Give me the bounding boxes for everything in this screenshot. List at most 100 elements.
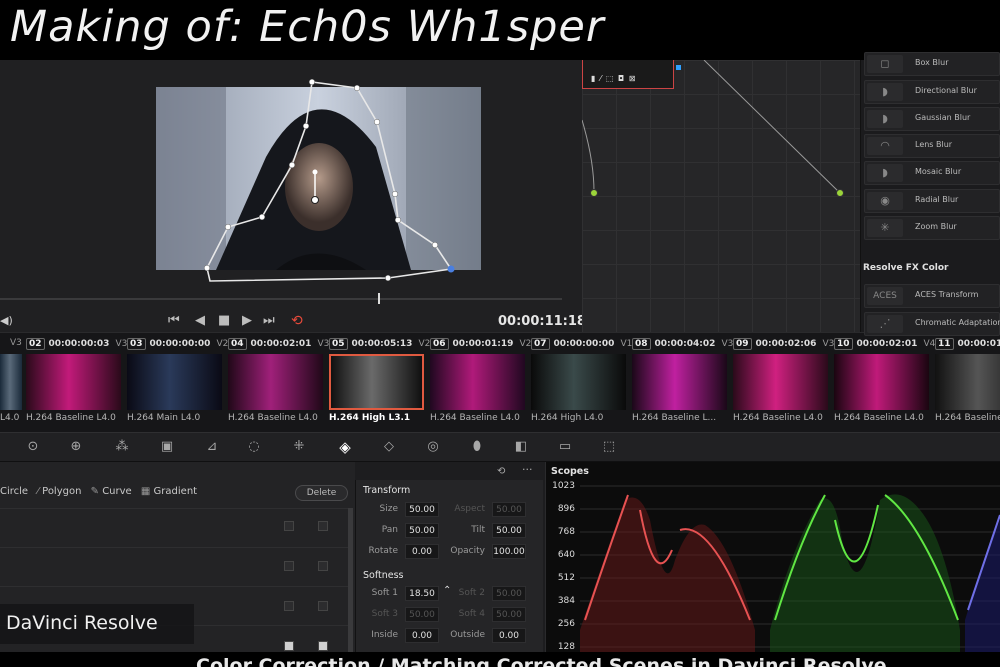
color-warper-icon[interactable]: ◌ <box>245 438 263 456</box>
fx-item-mosaic-blur[interactable]: ◗ Mosaic Blur <box>864 161 1000 185</box>
window-tool-curve[interactable]: Curve <box>102 486 132 497</box>
fx-item-directional-blur[interactable]: ◗ Directional Blur <box>864 80 1000 104</box>
softness-field-soft-2[interactable]: 50.00 <box>492 586 526 601</box>
node-connections <box>582 60 841 194</box>
qualifier-icon[interactable]: ⁜ <box>290 438 308 456</box>
more-options-icon[interactable]: ··· <box>522 463 533 476</box>
loop-icon[interactable]: ⟲ <box>291 313 303 329</box>
clip-codec: H.264 Main L4.0 <box>127 413 201 423</box>
color-wheels-icon[interactable]: ⊙ <box>24 438 42 456</box>
node-input-dot[interactable] <box>590 189 598 197</box>
rgb-mixer-icon[interactable]: ⁂ <box>113 438 131 456</box>
fx-item-lens-blur[interactable]: ◠ Lens Blur <box>864 134 1000 158</box>
transform-field-tilt[interactable]: 50.00 <box>492 523 526 538</box>
window-tool-polygon[interactable]: Polygon <box>42 486 81 497</box>
fx-item-box-blur[interactable]: ◻ Box Blur <box>864 52 1000 76</box>
clip-thumbnail[interactable] <box>430 354 525 410</box>
softness-field-inside[interactable]: 0.00 <box>405 628 439 643</box>
fx-item-chromatic-adaptation[interactable]: ⋰ Chromatic Adaptation <box>864 312 1000 336</box>
step-back-icon[interactable]: ◀ <box>195 313 205 328</box>
clip-thumbnail[interactable] <box>0 354 22 410</box>
fx-item-aces-transform[interactable]: ACES ACES Transform <box>864 284 1000 308</box>
window-enable-toggle[interactable] <box>284 641 294 651</box>
palette-toolbar <box>0 432 1000 462</box>
softness-field-soft-3[interactable]: 50.00 <box>405 607 439 622</box>
fx-item-radial-blur[interactable]: ◉ Radial Blur <box>864 189 1000 213</box>
reset-icon[interactable]: ⟲ <box>497 466 505 477</box>
clip-track: V3 <box>317 339 330 349</box>
power-window-outline[interactable] <box>0 60 582 332</box>
fx-item-zoom-blur[interactable]: ✳ Zoom Blur <box>864 216 1000 240</box>
fx-item-gaussian-blur[interactable]: ◗ Gaussian Blur <box>864 107 1000 131</box>
clip-thumbnail[interactable] <box>531 354 626 410</box>
clip-header: 05 00:00:05:13 V2 <box>329 338 430 350</box>
clip-thumbnail[interactable] <box>228 354 323 410</box>
clip-thumbnail[interactable] <box>733 354 828 410</box>
window-list-scrollbar[interactable] <box>348 508 353 667</box>
curve-icon: ✎ <box>90 486 100 497</box>
speaker-icon[interactable]: ◀) <box>0 314 13 327</box>
window-invert-toggle[interactable] <box>318 521 328 531</box>
clip-track: V2 <box>418 339 431 349</box>
clip-header: 06 00:00:01:19 V2 <box>430 338 531 350</box>
clip-thumbnail[interactable] <box>127 354 222 410</box>
softness-field-outside[interactable]: 0.00 <box>492 628 526 643</box>
mosaic-blur-icon: ◗ <box>867 164 903 182</box>
3d-icon[interactable]: ⬚ <box>600 438 618 456</box>
clip-timecode: 00:00:02:06 <box>755 339 817 349</box>
node-01[interactable]: ▮ ⁄ ⬚ ◘ ⊠ <box>582 60 674 89</box>
curves-icon[interactable]: ⊿ <box>203 438 221 456</box>
clip-thumbnail[interactable] <box>26 354 121 410</box>
power-window-icon[interactable]: ◈ <box>336 438 354 456</box>
clip-timecode: 00:00:02:01 <box>856 339 918 349</box>
clip-timecode: 00:00:05:13 <box>351 339 413 349</box>
clip-track: V2 <box>519 339 532 349</box>
magic-mask-icon[interactable]: ◎ <box>424 438 442 456</box>
window-invert-toggle[interactable] <box>318 561 328 571</box>
window-tool-circle[interactable]: Circle <box>0 486 28 497</box>
window-invert-toggle[interactable] <box>318 641 328 651</box>
delete-window-button[interactable]: Delete <box>295 485 348 501</box>
softness-field-soft-1[interactable]: 18.50 <box>405 586 439 601</box>
tracker-icon[interactable]: ◇ <box>380 438 398 456</box>
key-icon[interactable]: ◧ <box>512 438 530 456</box>
rewind-to-start-icon[interactable]: ⏮ <box>168 313 180 328</box>
transform-label: Aspect <box>454 504 485 514</box>
clip-track: V3 <box>721 339 734 349</box>
skip-to-end-icon[interactable]: ⏭ <box>263 313 275 328</box>
window-row[interactable] <box>0 547 348 585</box>
playhead[interactable] <box>378 293 380 304</box>
window-invert-toggle[interactable] <box>318 601 328 611</box>
transform-field-aspect[interactable]: 50.00 <box>492 502 526 517</box>
softness-field-soft-4[interactable]: 50.00 <box>492 607 526 622</box>
window-tool-gradient[interactable]: Gradient <box>154 486 198 497</box>
window-enable-toggle[interactable] <box>284 561 294 571</box>
clip-codec: H.264 Baseline L4.0 <box>834 413 924 423</box>
window-enable-toggle[interactable] <box>284 601 294 611</box>
scrub-bar[interactable] <box>0 298 562 300</box>
transform-field-size[interactable]: 50.00 <box>405 502 439 517</box>
sizing-icon[interactable]: ▭ <box>556 438 574 456</box>
transform-field-rotate[interactable]: 0.00 <box>405 544 439 559</box>
window-enable-toggle[interactable] <box>284 521 294 531</box>
clip-thumbnail[interactable] <box>632 354 727 410</box>
viewer-timecode: 00:00:11:18 <box>498 314 586 329</box>
fx-item-label: Zoom Blur <box>915 222 957 231</box>
window-row[interactable] <box>0 508 348 546</box>
motion-effects-icon[interactable]: ▣ <box>158 438 176 456</box>
clip-thumbnail[interactable] <box>935 354 1000 410</box>
hdr-icon[interactable]: ⊕ <box>67 438 85 456</box>
clip-codec: H.264 Baseline L4.0 <box>26 413 116 423</box>
blur-icon[interactable]: ⬮ <box>468 438 486 456</box>
transform-field-opacity[interactable]: 100.00 <box>492 544 526 559</box>
stop-icon[interactable]: ■ <box>218 313 230 328</box>
node-output-dot[interactable] <box>836 189 844 197</box>
gaussian-blur-icon: ◗ <box>867 110 903 128</box>
transform-field-pan[interactable]: 50.00 <box>405 523 439 538</box>
clip-header: 07 00:00:00:00 V1 <box>531 338 632 350</box>
clip-thumbnail[interactable] <box>834 354 929 410</box>
clip-header: 03 00:00:00:00 V2 <box>127 338 228 350</box>
play-icon[interactable]: ▶ <box>242 313 252 328</box>
clip-thumbnail[interactable] <box>329 354 424 410</box>
clip-track: V4 <box>923 339 936 349</box>
